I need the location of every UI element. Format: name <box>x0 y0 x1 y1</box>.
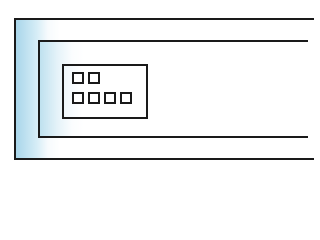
grid-widget[interactable] <box>62 64 148 119</box>
grid-tile-icon[interactable] <box>88 92 100 104</box>
grid-tile-icon[interactable] <box>72 72 84 84</box>
grid-tile-icon[interactable] <box>120 92 132 104</box>
grid-tile-icon[interactable] <box>88 72 100 84</box>
grid-tile-icon[interactable] <box>104 92 116 104</box>
grid-tile-icon[interactable] <box>72 92 84 104</box>
screen <box>0 0 314 210</box>
